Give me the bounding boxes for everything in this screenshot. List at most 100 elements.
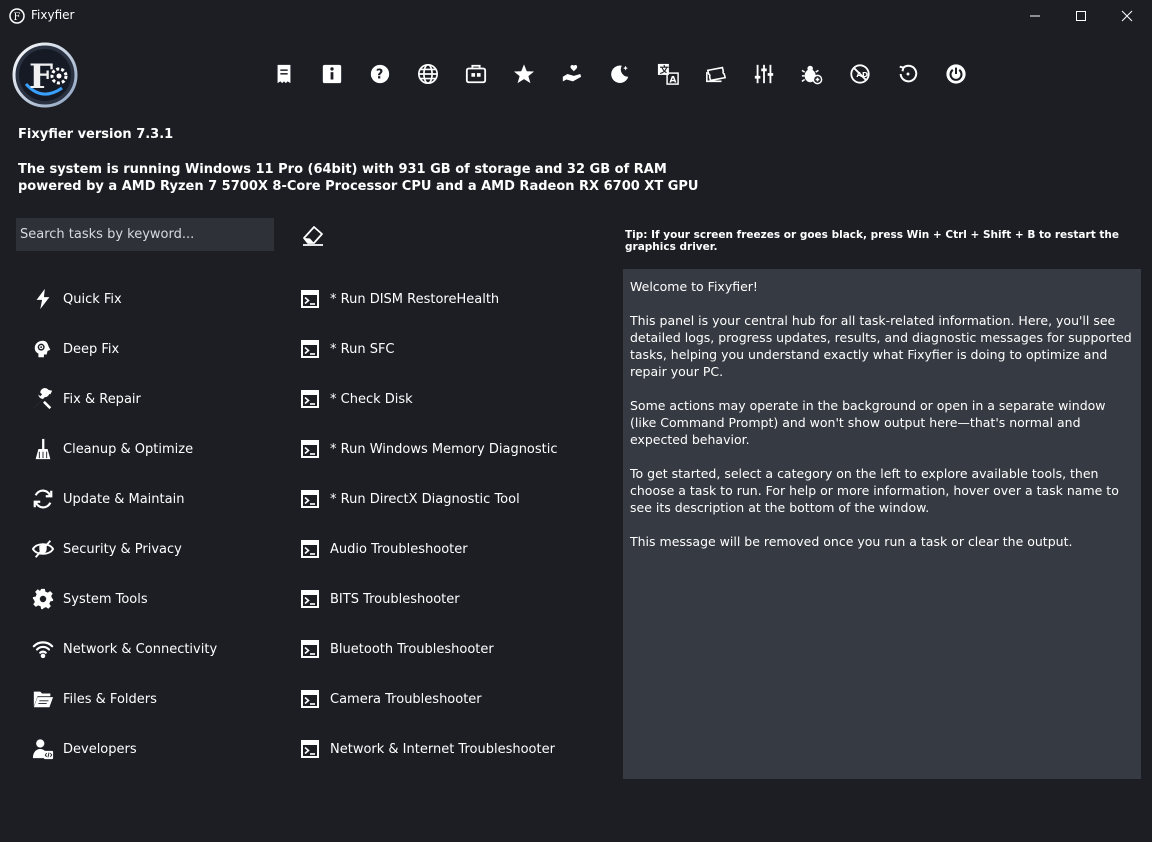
category-security-privacy[interactable]: Security & Privacy xyxy=(31,537,182,561)
task-audio-troubleshooter[interactable]: Audio Troubleshooter xyxy=(300,537,468,561)
brain-gear-icon xyxy=(31,337,55,361)
terminal-icon xyxy=(301,440,319,458)
category-label: Update & Maintain xyxy=(63,491,185,507)
category-quick-fix[interactable]: Quick Fix xyxy=(31,287,122,311)
folder-icon xyxy=(31,687,55,711)
category-cleanup-optimize[interactable]: Cleanup & Optimize xyxy=(31,437,193,461)
search-input[interactable] xyxy=(16,218,274,251)
task-directx-diagnostic[interactable]: * Run DirectX Diagnostic Tool xyxy=(300,487,520,511)
task-network-troubleshooter[interactable]: Network & Internet Troubleshooter xyxy=(300,737,555,761)
category-network-connectivity[interactable]: Network & Connectivity xyxy=(31,637,217,661)
task-run-sfc[interactable]: * Run SFC xyxy=(300,337,395,361)
svg-text:A: A xyxy=(669,74,677,85)
terminal-icon xyxy=(301,640,319,658)
maximize-icon xyxy=(1076,10,1086,21)
output-panel[interactable]: Welcome to Fixyfier! This panel is your … xyxy=(623,269,1141,779)
output-paragraph: This message will be removed once you ru… xyxy=(630,534,1073,549)
sliders-icon[interactable] xyxy=(752,62,776,86)
task-label: Bluetooth Troubleshooter xyxy=(330,641,494,657)
svg-text:?: ? xyxy=(376,68,383,83)
terminal-icon xyxy=(301,540,319,558)
category-label: Deep Fix xyxy=(63,341,120,357)
system-info: The system is running Windows 11 Pro (64… xyxy=(18,161,699,195)
task-label: * Run DISM RestoreHealth xyxy=(330,291,500,307)
task-bluetooth-troubleshooter[interactable]: Bluetooth Troubleshooter xyxy=(300,637,494,661)
tickets-icon[interactable] xyxy=(704,62,728,86)
close-icon xyxy=(1121,10,1133,21)
output-paragraph: To get started, select a category on the… xyxy=(630,466,1119,515)
developer-icon xyxy=(31,737,55,761)
task-label: Camera Troubleshooter xyxy=(330,691,482,707)
minimize-icon xyxy=(1030,15,1040,16)
toolbox-icon[interactable] xyxy=(464,62,488,86)
minimize-button[interactable] xyxy=(1012,0,1058,31)
block-icon[interactable]: AD xyxy=(848,62,872,86)
close-button[interactable] xyxy=(1104,0,1150,31)
wrench-screwdriver-icon xyxy=(31,387,55,411)
fixyfier-logo: F xyxy=(12,42,78,108)
system-info-line: powered by a AMD Ryzen 7 5700X 8-Core Pr… xyxy=(18,179,699,194)
terminal-icon xyxy=(301,590,319,608)
output-paragraph: Welcome to Fixyfier! xyxy=(630,279,758,294)
category-label: Quick Fix xyxy=(63,291,122,307)
category-label: Fix & Repair xyxy=(63,391,141,407)
lightning-icon xyxy=(31,287,55,311)
tip-text: Tip: If your screen freezes or goes blac… xyxy=(625,229,1119,253)
task-label: Network & Internet Troubleshooter xyxy=(330,741,555,757)
donate-hand-icon[interactable] xyxy=(560,62,584,86)
bug-icon[interactable] xyxy=(800,62,824,86)
task-label: * Run SFC xyxy=(330,341,395,357)
terminal-icon xyxy=(301,340,319,358)
wifi-icon xyxy=(31,637,55,661)
system-info-line: The system is running Windows 11 Pro (64… xyxy=(18,162,667,177)
task-bits-troubleshooter[interactable]: BITS Troubleshooter xyxy=(300,587,460,611)
gear-icon xyxy=(31,587,55,611)
svg-text:F: F xyxy=(29,57,53,97)
output-paragraph: Some actions may operate in the backgrou… xyxy=(630,398,1106,447)
task-camera-troubleshooter[interactable]: Camera Troubleshooter xyxy=(300,687,482,711)
moon-icon[interactable] xyxy=(608,62,632,86)
output-paragraph: This panel is your central hub for all t… xyxy=(630,313,1132,379)
restart-icon[interactable] xyxy=(896,62,920,86)
task-label: * Run DirectX Diagnostic Tool xyxy=(330,491,520,507)
info-icon[interactable] xyxy=(320,62,344,86)
broom-icon xyxy=(31,437,55,461)
category-label: System Tools xyxy=(63,591,148,607)
terminal-icon xyxy=(301,390,319,408)
task-label: BITS Troubleshooter xyxy=(330,591,460,607)
category-update-maintain[interactable]: Update & Maintain xyxy=(31,487,184,511)
help-icon[interactable]: ? xyxy=(368,62,392,86)
star-icon[interactable] xyxy=(512,62,536,86)
category-system-tools[interactable]: System Tools xyxy=(31,587,148,611)
category-files-folders[interactable]: Files & Folders xyxy=(31,687,157,711)
category-label: Security & Privacy xyxy=(63,541,182,557)
svg-text:文: 文 xyxy=(660,64,670,76)
task-run-dism[interactable]: * Run DISM RestoreHealth xyxy=(300,287,499,311)
refresh-icon xyxy=(31,487,55,511)
terminal-icon xyxy=(301,490,319,508)
task-check-disk[interactable]: * Check Disk xyxy=(300,387,413,411)
category-deep-fix[interactable]: Deep Fix xyxy=(31,337,119,361)
category-label: Files & Folders xyxy=(63,691,157,707)
svg-text:F: F xyxy=(14,12,21,23)
document-icon[interactable] xyxy=(272,62,296,86)
version-label: Fixyfier version 7.3.1 xyxy=(18,127,174,142)
maximize-button[interactable] xyxy=(1058,0,1104,31)
svg-text:AD: AD xyxy=(856,70,868,79)
title-bar: F Fixyfier xyxy=(0,0,1152,31)
terminal-icon xyxy=(301,690,319,708)
category-developers[interactable]: Developers xyxy=(31,737,137,761)
category-fix-repair[interactable]: Fix & Repair xyxy=(31,387,141,411)
power-icon[interactable] xyxy=(944,62,968,86)
translate-icon[interactable]: 文A xyxy=(656,62,680,86)
category-label: Cleanup & Optimize xyxy=(63,441,194,457)
app-icon: F xyxy=(9,8,25,24)
task-label: * Check Disk xyxy=(330,391,413,407)
terminal-icon xyxy=(301,290,319,308)
category-label: Developers xyxy=(63,741,137,757)
category-label: Network & Connectivity xyxy=(63,641,218,657)
terminal-icon xyxy=(301,740,319,758)
eraser-icon[interactable] xyxy=(301,224,325,246)
task-memory-diagnostic[interactable]: * Run Windows Memory Diagnostic xyxy=(300,437,558,461)
globe-icon[interactable] xyxy=(416,62,440,86)
